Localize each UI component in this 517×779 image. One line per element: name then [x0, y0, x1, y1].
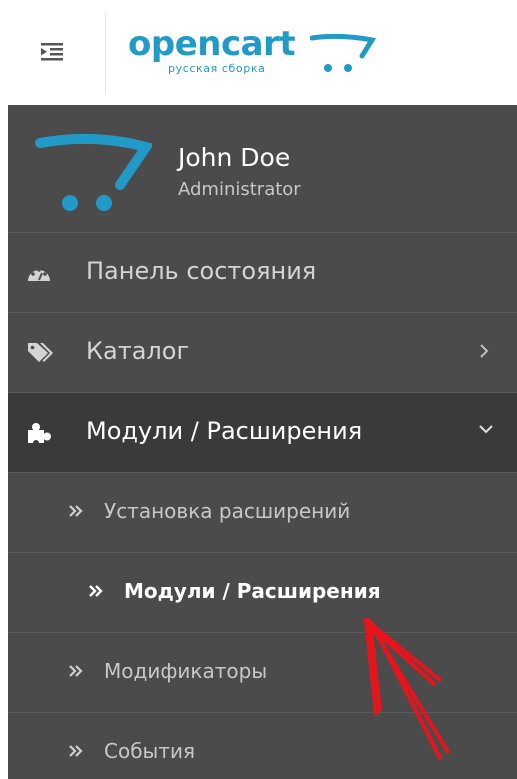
double-chevron-icon	[69, 505, 83, 517]
menu-toggle-icon	[41, 43, 63, 61]
sidebar: John Doe Administrator Панель состояния …	[8, 105, 517, 779]
menu-item-dashboard[interactable]: Панель состояния	[8, 233, 517, 313]
menu-item-label: Каталог	[86, 337, 190, 365]
user-name: John Doe	[178, 143, 291, 172]
submenu-item-installer[interactable]: Установка расширений	[8, 473, 517, 553]
user-role: Administrator	[178, 179, 301, 200]
tags-icon	[28, 343, 53, 362]
submenu-item-label: Модификаторы	[104, 659, 268, 683]
header-divider	[105, 12, 106, 94]
menu-item-extensions[interactable]: Модули / Расширения	[8, 393, 517, 473]
submenu-item-events[interactable]: События	[8, 713, 517, 779]
menu-item-label: Панель состояния	[86, 257, 317, 285]
submenu-item-label: События	[104, 739, 196, 763]
logo-wordmark: opencart	[128, 24, 296, 64]
avatar-cart-icon	[35, 133, 152, 211]
menu-item-catalog[interactable]: Каталог	[8, 313, 517, 393]
double-chevron-icon	[69, 745, 83, 757]
menu-item-label: Модули / Расширения	[86, 417, 363, 445]
submenu-item-label: Установка расширений	[104, 499, 351, 523]
header: opencart русская сборка	[0, 0, 517, 105]
user-profile[interactable]: John Doe Administrator	[8, 105, 517, 233]
chevron-down-icon	[479, 425, 493, 434]
logo-subtitle: русская сборка	[168, 62, 266, 75]
logo-cart-icon	[310, 33, 376, 72]
dashboard-icon	[28, 268, 50, 281]
submenu-item-modifications[interactable]: Модификаторы	[8, 633, 517, 713]
chevron-right-icon	[480, 344, 489, 358]
opencart-logo[interactable]: opencart русская сборка	[128, 22, 378, 88]
double-chevron-icon	[69, 665, 83, 677]
double-chevron-icon	[89, 585, 103, 597]
menu-toggle-button[interactable]	[24, 30, 80, 74]
submenu-item-label: Модули / Расширения	[124, 579, 381, 603]
submenu-item-modules[interactable]: Модули / Расширения	[8, 553, 517, 633]
puzzle-icon	[28, 423, 51, 445]
